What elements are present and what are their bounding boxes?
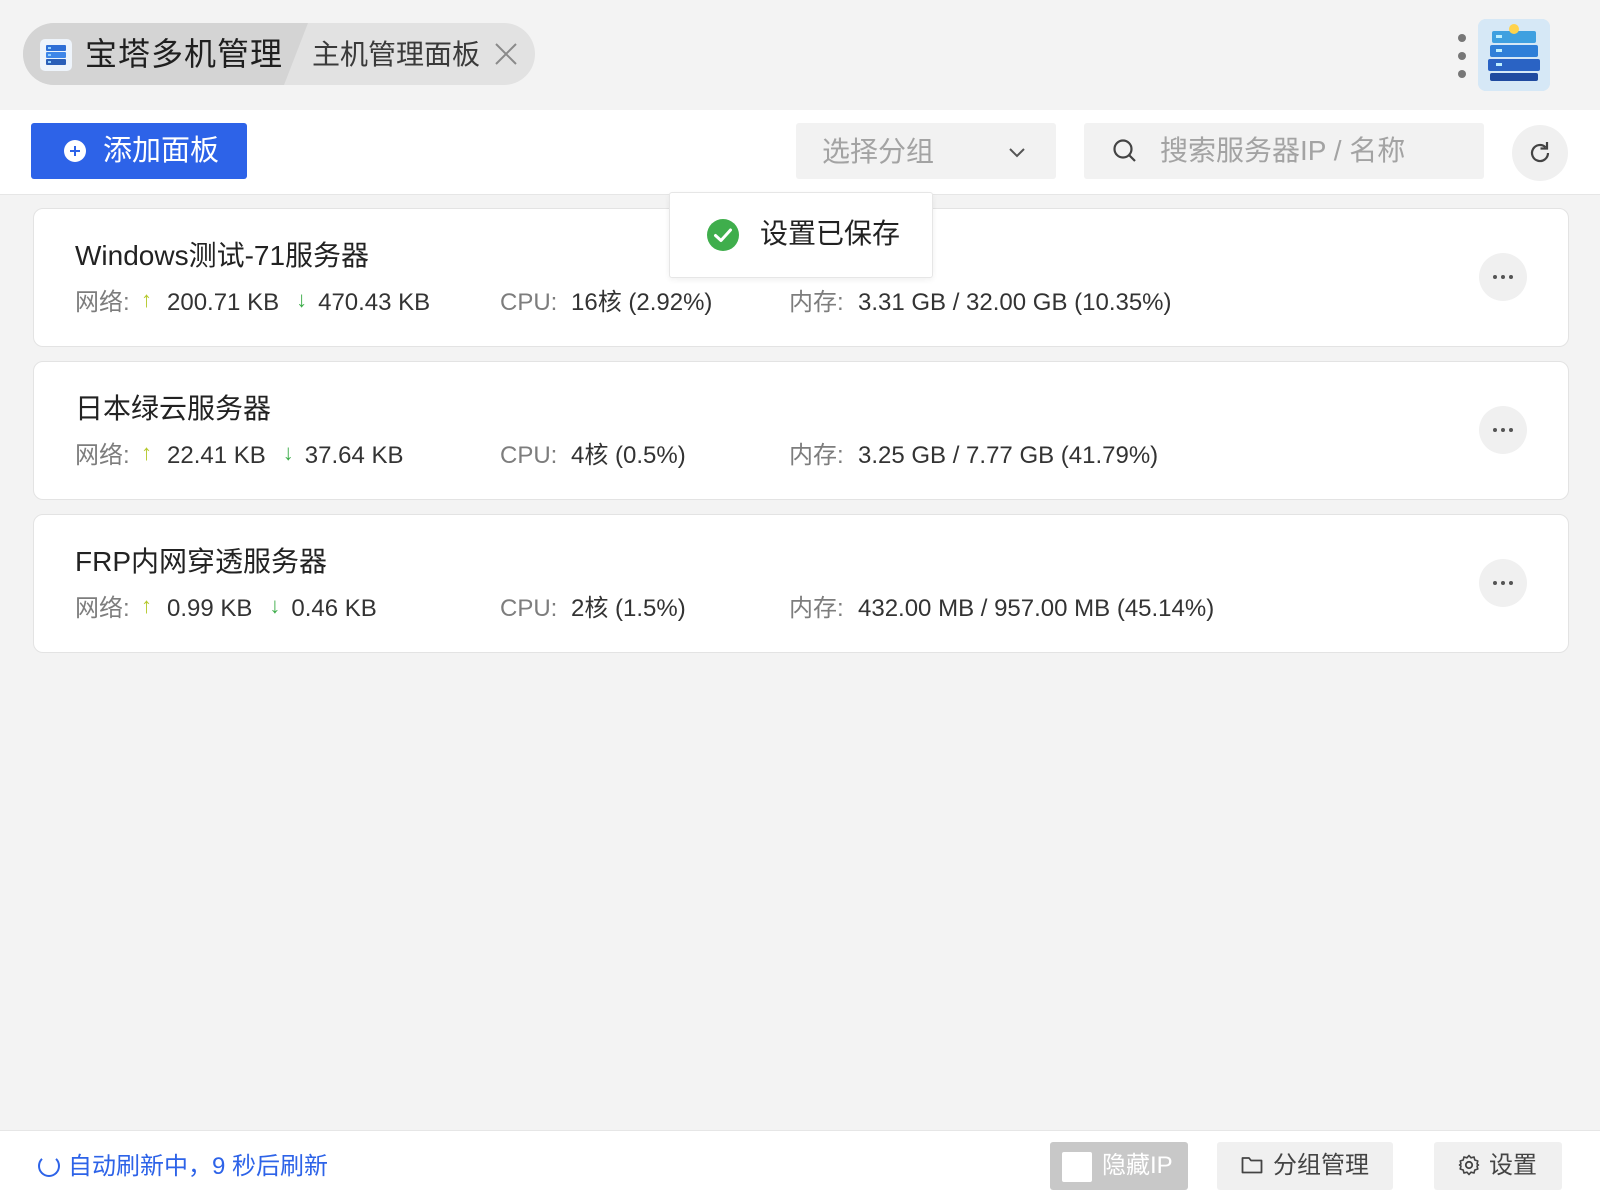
bt-server-stack-icon	[38, 37, 74, 73]
server-metrics: 网络: ↑ 0.99 KB ↓ 0.46 KB CPU: 2核 (1.5%) 内…	[75, 593, 1475, 624]
cpu-value: 16核 (2.92%)	[571, 289, 713, 316]
memory-label: 内存:	[789, 289, 844, 316]
network-upload: 0.99 KB	[167, 595, 253, 622]
server-name: 日本绿云服务器	[75, 393, 272, 424]
settings-button[interactable]: 设置	[1434, 1142, 1562, 1190]
network-download: 0.46 KB	[291, 595, 377, 622]
footer-bar: 自动刷新中，9 秒后刷新 隐藏IP 分组管理 设置	[0, 1130, 1600, 1201]
network-label: 网络:	[75, 289, 130, 316]
download-arrow-icon: ↓	[282, 440, 294, 465]
close-icon[interactable]	[492, 40, 520, 68]
settings-label: 设置	[1489, 1152, 1537, 1179]
folder-icon	[1241, 1157, 1263, 1174]
network-download: 37.64 KB	[304, 442, 404, 469]
download-arrow-icon: ↓	[269, 593, 281, 618]
group-manage-label: 分组管理	[1273, 1152, 1369, 1179]
upload-arrow-icon: ↑	[141, 287, 152, 312]
memory-value: 3.31 GB / 32.00 GB (10.35%)	[858, 289, 1172, 316]
network-label: 网络:	[75, 442, 130, 469]
tab-strip: 宝塔多机管理 主机管理面板	[23, 23, 535, 85]
chevron-down-icon	[1009, 148, 1025, 158]
more-actions-button[interactable]	[1479, 559, 1527, 607]
cpu-label: CPU:	[500, 289, 558, 316]
server-name: FRP内网穿透服务器	[75, 546, 328, 577]
upload-arrow-icon: ↑	[141, 440, 152, 465]
memory-value: 432.00 MB / 957.00 MB (45.14%)	[858, 595, 1215, 622]
refresh-button[interactable]	[1512, 125, 1568, 181]
upload-arrow-icon: ↑	[141, 593, 152, 618]
add-panel-label: 添加面板	[103, 135, 220, 167]
search-box	[1084, 123, 1484, 179]
server-metrics: 网络: ↑ 22.41 KB ↓ 37.64 KB CPU: 4核 (0.5%)…	[75, 440, 1475, 471]
group-select-placeholder: 选择分组	[822, 136, 935, 167]
memory-value: 3.25 GB / 7.77 GB (41.79%)	[858, 442, 1159, 469]
network-upload: 22.41 KB	[167, 442, 266, 469]
refresh-icon	[1530, 142, 1550, 163]
memory-label: 内存:	[789, 595, 844, 622]
memory-label: 内存:	[789, 442, 844, 469]
search-icon	[1113, 139, 1136, 162]
gear-icon	[1458, 1154, 1480, 1176]
group-select[interactable]: 选择分组	[796, 123, 1056, 179]
more-vertical-icon[interactable]	[1452, 34, 1472, 78]
toast-saved: 设置已保存	[669, 192, 933, 278]
loading-spinner-icon	[38, 1155, 60, 1177]
tab-label: 宝塔多机管理	[85, 36, 284, 72]
server-name: Windows测试-71服务器	[75, 240, 370, 271]
add-panel-button[interactable]: 添加面板	[31, 123, 247, 179]
auto-refresh-status: 自动刷新中，9 秒后刷新	[38, 1151, 328, 1183]
download-arrow-icon: ↓	[296, 287, 308, 312]
network-label: 网络:	[75, 595, 130, 622]
group-manage-button[interactable]: 分组管理	[1217, 1142, 1393, 1190]
hide-ip-label: 隐藏IP	[1102, 1152, 1173, 1179]
server-stack-logo-icon	[1478, 19, 1550, 91]
server-card[interactable]: 日本绿云服务器 网络: ↑ 22.41 KB ↓ 37.64 KB CPU: 4…	[33, 361, 1569, 500]
tab-host-panel[interactable]: 主机管理面板	[310, 23, 535, 85]
tab-label: 主机管理面板	[312, 39, 481, 70]
cpu-value: 4核 (0.5%)	[571, 442, 686, 469]
search-input[interactable]	[1160, 131, 1470, 171]
server-metrics: 网络: ↑ 200.71 KB ↓ 470.43 KB CPU: 16核 (2.…	[75, 287, 1475, 318]
title-bar: 宝塔多机管理 主机管理面板	[0, 0, 1600, 110]
more-actions-button[interactable]	[1479, 406, 1527, 454]
auto-refresh-text: 自动刷新中，9 秒后刷新	[68, 1153, 329, 1180]
check-circle-icon	[707, 219, 739, 251]
avatar[interactable]	[1478, 19, 1550, 91]
more-actions-button[interactable]	[1479, 253, 1527, 301]
checkbox[interactable]	[1062, 1152, 1092, 1182]
hide-ip-toggle[interactable]: 隐藏IP	[1050, 1142, 1188, 1190]
cpu-label: CPU:	[500, 595, 558, 622]
server-card[interactable]: FRP内网穿透服务器 网络: ↑ 0.99 KB ↓ 0.46 KB CPU: …	[33, 514, 1569, 653]
toast-text: 设置已保存	[760, 218, 901, 249]
network-download: 470.43 KB	[318, 289, 431, 316]
cpu-label: CPU:	[500, 442, 558, 469]
network-upload: 200.71 KB	[167, 289, 280, 316]
tab-bt-multi-manager[interactable]: 宝塔多机管理	[23, 23, 308, 85]
toolbar: 添加面板 选择分组	[0, 110, 1600, 195]
cpu-value: 2核 (1.5%)	[571, 595, 686, 622]
plus-circle-icon	[64, 140, 86, 162]
